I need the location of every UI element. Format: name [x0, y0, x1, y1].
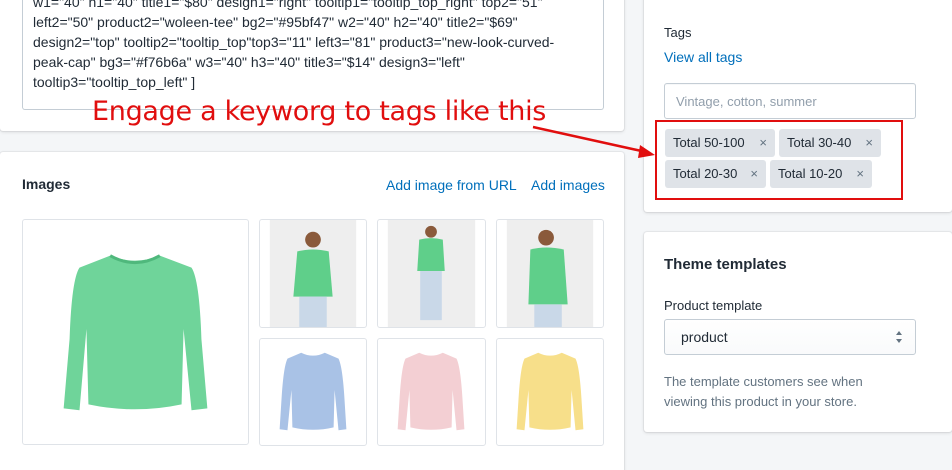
product-template-select[interactable]: product	[664, 319, 916, 355]
product-image-yellow-sweater[interactable]	[496, 338, 604, 446]
select-arrows-icon	[896, 331, 902, 343]
annotation-text: Engage a keyworg to tags like this	[92, 96, 547, 127]
sweater-image	[63, 254, 208, 411]
sweater-image	[397, 352, 465, 431]
product-image-pink-sweater[interactable]	[377, 338, 486, 446]
product-image-model-2[interactable]	[377, 219, 486, 328]
theme-templates-heading: Theme templates	[664, 256, 787, 273]
template-help-text: The template customers see when viewing …	[664, 374, 863, 409]
images-heading: Images	[22, 176, 71, 192]
model-image	[387, 220, 476, 327]
selected-template: product	[681, 329, 728, 345]
add-image-from-url-link[interactable]: Add image from URL	[386, 177, 517, 193]
view-all-tags-link[interactable]: View all tags	[664, 49, 742, 65]
product-image-blue-sweater[interactable]	[259, 338, 367, 446]
annotation-highlight-box	[655, 120, 903, 200]
images-card: Images Add image from URL Add images	[0, 152, 624, 470]
sweater-image	[516, 352, 584, 431]
model-image	[269, 220, 357, 327]
add-images-link[interactable]: Add images	[531, 177, 605, 193]
product-template-label: Product template	[664, 298, 763, 313]
product-image-model-1[interactable]	[259, 219, 367, 328]
tags-label: Tags	[664, 25, 692, 40]
description-editor[interactable]: w1="40" h1="40" title1="$80" design1="ri…	[22, 0, 604, 110]
sweater-image	[279, 352, 347, 431]
tags-input[interactable]	[664, 83, 916, 119]
product-image-model-3[interactable]	[496, 219, 604, 328]
product-image-green-sweater[interactable]	[22, 219, 249, 445]
theme-templates-card: Theme templates Product template product…	[644, 232, 952, 432]
model-image	[506, 220, 594, 327]
